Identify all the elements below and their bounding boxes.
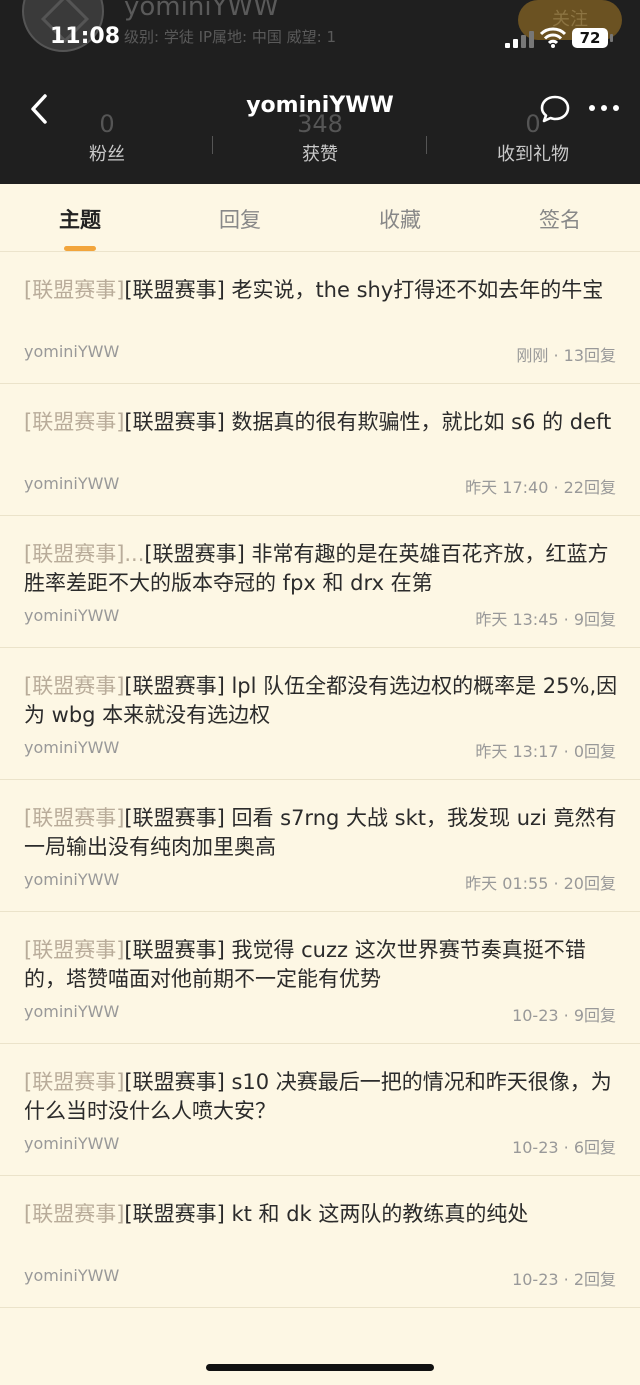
stat-label: 获赞 — [302, 144, 338, 165]
post-author: yominiYWW — [24, 738, 120, 757]
post-author: yominiYWW — [24, 1266, 120, 1285]
post-title-text: [联盟赛事] kt 和 dk 这两队的教练真的纯处 — [124, 1202, 529, 1226]
post-meta: 昨天 17:40 · 22回复 — [465, 478, 616, 497]
post-title: [联盟赛事][联盟赛事] lpl 队伍全都没有选边权的概率是 25%,因为 wb… — [24, 672, 624, 730]
post-author: yominiYWW — [24, 1002, 120, 1021]
post-tag: [联盟赛事] — [24, 410, 125, 434]
more-icon[interactable] — [586, 96, 622, 120]
post-title: [联盟赛事][联盟赛事] 回看 s7rng 大战 skt，我发现 uzi 竟然有… — [24, 804, 624, 862]
stat-label: 收到礼物 — [497, 144, 569, 165]
status-time: 11:08 — [50, 24, 121, 49]
post-title: [联盟赛事][联盟赛事] 老实说，the shy打得还不如去年的牛宝 — [24, 276, 624, 305]
list-item[interactable]: [联盟赛事][联盟赛事] 回看 s7rng 大战 skt，我发现 uzi 竟然有… — [0, 780, 640, 912]
tab-replies[interactable]: 回复 — [180, 204, 300, 234]
chat-bubble-icon[interactable] — [539, 93, 571, 125]
list-item[interactable]: [联盟赛事][联盟赛事] 我觉得 cuzz 这次世界赛节奏真挺不错的，塔赞喵面对… — [0, 912, 640, 1044]
post-title: [联盟赛事]...[联盟赛事] 非常有趣的是在英雄百花齐放，红蓝方胜率差距不大的… — [24, 540, 624, 598]
post-tag: [联盟赛事] — [24, 1070, 125, 1094]
battery-indicator: 72 — [572, 28, 608, 48]
profile-header: yominiYWW 级别: 学徒 IP属地: 中国 威望: 1 关注 0 粉丝 … — [0, 0, 640, 184]
post-meta: 刚刚 · 13回复 — [516, 346, 616, 365]
post-tag: [联盟赛事] — [24, 278, 125, 302]
post-meta: 昨天 13:17 · 0回复 — [475, 742, 616, 761]
stat-divider — [426, 136, 427, 154]
post-title: [联盟赛事][联盟赛事] 数据真的很有欺骗性，就比如 s6 的 deft — [24, 408, 624, 437]
list-item[interactable]: [联盟赛事]...[联盟赛事] 非常有趣的是在英雄百花齐放，红蓝方胜率差距不大的… — [0, 516, 640, 648]
post-meta: 10-23 · 6回复 — [512, 1138, 616, 1157]
post-title-text: [联盟赛事] 数据真的很有欺骗性，就比如 s6 的 deft — [124, 410, 612, 434]
wifi-icon — [540, 27, 566, 48]
post-tag: [联盟赛事] — [24, 1202, 125, 1226]
post-title: [联盟赛事][联盟赛事] kt 和 dk 这两队的教练真的纯处 — [24, 1200, 624, 1229]
home-indicator — [206, 1364, 434, 1371]
profile-meta: 级别: 学徒 IP属地: 中国 威望: 1 — [124, 28, 337, 46]
stat-label: 粉丝 — [89, 144, 125, 165]
post-tag: [联盟赛事]... — [24, 542, 145, 566]
profile-username: yominiYWW — [124, 0, 279, 22]
list-item[interactable]: [联盟赛事][联盟赛事] 老实说，the shy打得还不如去年的牛宝 yomin… — [0, 252, 640, 384]
post-tag: [联盟赛事] — [24, 674, 125, 698]
post-tag: [联盟赛事] — [24, 938, 125, 962]
list-item[interactable]: [联盟赛事][联盟赛事] kt 和 dk 这两队的教练真的纯处 yominiYW… — [0, 1176, 640, 1308]
post-title: [联盟赛事][联盟赛事] s10 决赛最后一把的情况和昨天很像，为什么当时没什么… — [24, 1068, 624, 1126]
stat-divider — [212, 136, 213, 154]
post-author: yominiYWW — [24, 1134, 120, 1153]
stat-likes[interactable]: 348 获赞 — [245, 110, 395, 166]
cellular-signal-icon — [505, 30, 535, 48]
post-meta: 10-23 · 9回复 — [512, 1006, 616, 1025]
post-author: yominiYWW — [24, 870, 120, 889]
tab-signature[interactable]: 签名 — [500, 204, 620, 234]
post-author: yominiYWW — [24, 342, 120, 361]
post-list: [联盟赛事][联盟赛事] 老实说，the shy打得还不如去年的牛宝 yomin… — [0, 252, 640, 1308]
list-item[interactable]: [联盟赛事][联盟赛事] lpl 队伍全都没有选边权的概率是 25%,因为 wb… — [0, 648, 640, 780]
tab-topics[interactable]: 主题 — [20, 204, 140, 234]
tab-bar: 主题 回复 收藏 签名 — [0, 184, 640, 252]
post-meta: 昨天 01:55 · 20回复 — [465, 874, 616, 893]
post-meta: 昨天 13:45 · 9回复 — [475, 610, 616, 629]
battery-cap — [610, 34, 613, 42]
post-author: yominiYWW — [24, 606, 120, 625]
post-title-text: [联盟赛事] 老实说，the shy打得还不如去年的牛宝 — [124, 278, 604, 302]
post-tag: [联盟赛事] — [24, 806, 125, 830]
post-title: [联盟赛事][联盟赛事] 我觉得 cuzz 这次世界赛节奏真挺不错的，塔赞喵面对… — [24, 936, 624, 994]
list-item[interactable]: [联盟赛事][联盟赛事] s10 决赛最后一把的情况和昨天很像，为什么当时没什么… — [0, 1044, 640, 1176]
list-item[interactable]: [联盟赛事][联盟赛事] 数据真的很有欺骗性，就比如 s6 的 deft yom… — [0, 384, 640, 516]
tab-favorites[interactable]: 收藏 — [340, 204, 460, 234]
post-meta: 10-23 · 2回复 — [512, 1270, 616, 1289]
post-author: yominiYWW — [24, 474, 120, 493]
